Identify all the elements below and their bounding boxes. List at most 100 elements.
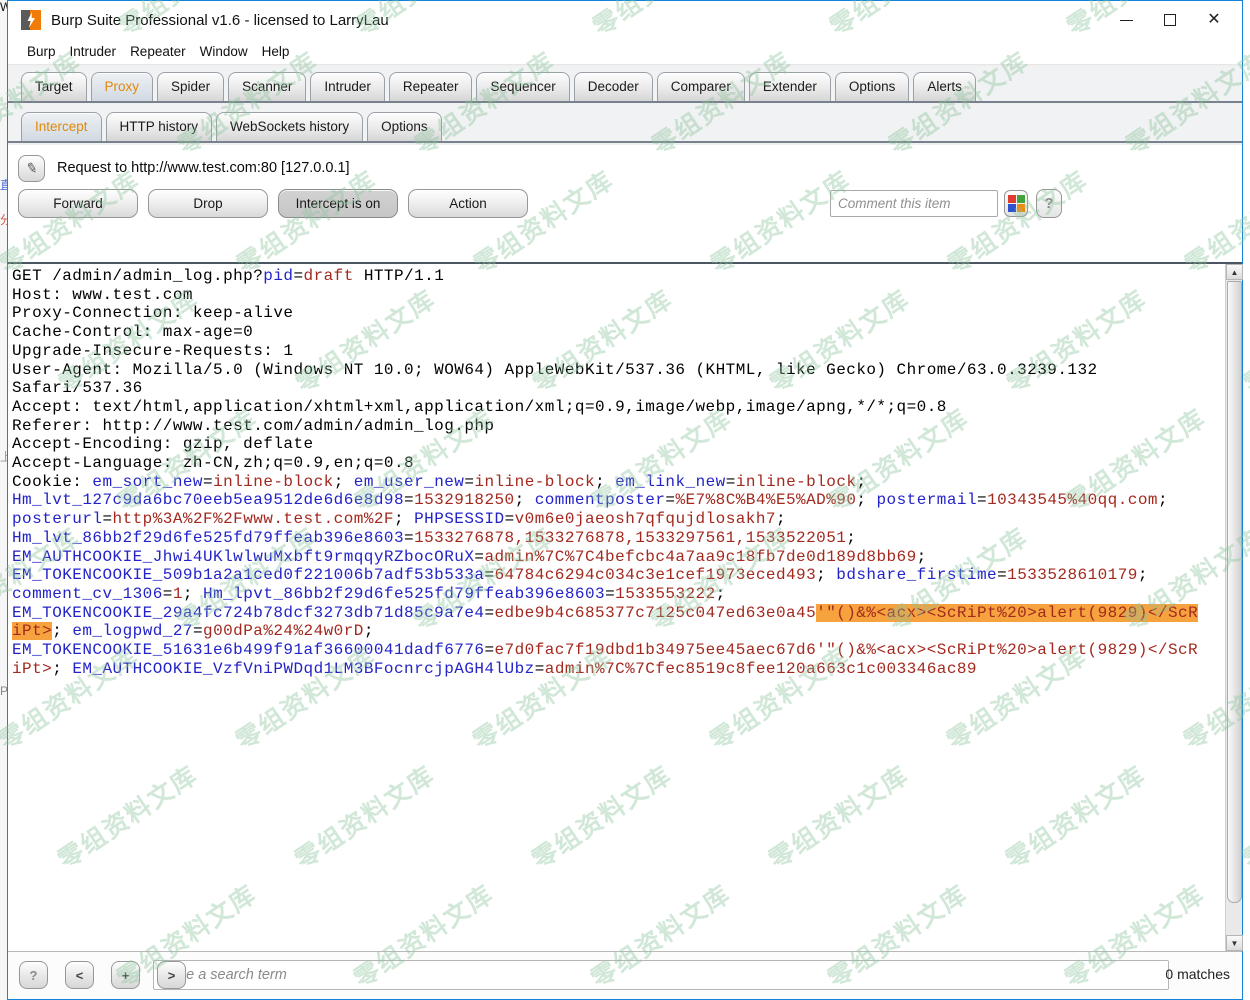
- tab-options[interactable]: Options: [367, 112, 442, 141]
- background-text-fragment: Pe: [0, 684, 7, 698]
- request-info-label: Request to http://www.test.com:80 [127.0…: [57, 160, 350, 176]
- color-swatches-icon: [1008, 195, 1025, 212]
- close-button[interactable]: ✕: [1192, 3, 1236, 37]
- intercept-toggle-button[interactable]: Intercept is on: [278, 189, 398, 218]
- tab-target[interactable]: Target: [21, 72, 87, 101]
- highlight-color-button[interactable]: [1004, 190, 1028, 217]
- match-count-label: 0 matches: [1165, 966, 1230, 982]
- request-line: Proxy-Connection: keep-alive: [12, 304, 1225, 323]
- action-button[interactable]: Action: [408, 189, 528, 218]
- search-help-button[interactable]: ?: [19, 961, 48, 989]
- maximize-icon: [1164, 14, 1176, 26]
- arrow-down-icon: ▼: [1231, 939, 1239, 948]
- scrollbar-thumb[interactable]: [1227, 281, 1242, 903]
- menu-help[interactable]: Help: [255, 41, 297, 62]
- plain-text: HTTP/1.1: [354, 267, 444, 285]
- cookie-name: em_user_new: [354, 473, 465, 491]
- cookie-value: 1533553222: [615, 585, 716, 603]
- burp-window: Burp Suite Professional v1.6 - licensed …: [7, 0, 1243, 1000]
- drop-button[interactable]: Drop: [148, 189, 268, 218]
- plain-text: GET /admin/admin_log.php?: [12, 267, 263, 285]
- raw-request-text[interactable]: GET /admin/admin_log.php?pid=draft HTTP/…: [8, 264, 1225, 951]
- tab-decoder[interactable]: Decoder: [574, 72, 653, 101]
- swatch-red: [1008, 195, 1016, 203]
- menu-intruder[interactable]: Intruder: [63, 41, 124, 62]
- cookie-name: em_link_new: [615, 473, 726, 491]
- request-editor-panel: GET /admin/admin_log.php?pid=draft HTTP/…: [8, 262, 1242, 951]
- cookie-name: EM_TOKENCOOKIE_29a4fc724b78dcf3273db71d8…: [12, 604, 484, 622]
- plain-text: =: [726, 473, 736, 491]
- cookie-value: draft: [304, 267, 354, 285]
- plain-text: Upgrade-Insecure-Requests: 1: [12, 342, 293, 360]
- tab-repeater[interactable]: Repeater: [389, 72, 473, 101]
- request-line: Hm_lvt_86bb2f29d6fe525fd79ffeab396e8603=…: [12, 529, 1225, 548]
- search-next-button[interactable]: >: [157, 961, 186, 989]
- cookie-value: iPt>: [12, 660, 52, 678]
- tab-comparer[interactable]: Comparer: [657, 72, 745, 101]
- swatch-green: [1017, 195, 1025, 203]
- menu-window[interactable]: Window: [193, 41, 255, 62]
- plain-text: ;: [183, 585, 203, 603]
- plain-text: ;: [364, 622, 374, 640]
- plain-text: ;: [515, 491, 535, 509]
- plain-text: Accept: text/html,application/xhtml+xml,…: [12, 398, 947, 416]
- comment-input[interactable]: [830, 190, 998, 217]
- maximize-button[interactable]: [1148, 3, 1192, 37]
- forward-button[interactable]: Forward: [18, 189, 138, 218]
- request-line: Accept-Language: zh-CN,zh;q=0.9,en;q=0.8: [12, 454, 1225, 473]
- minimize-button[interactable]: [1104, 3, 1148, 37]
- plain-text: Cache-Control: max-age=0: [12, 323, 253, 341]
- menu-bar: BurpIntruderRepeaterWindowHelp: [8, 39, 1242, 65]
- tab-intercept[interactable]: Intercept: [21, 112, 102, 141]
- menu-repeater[interactable]: Repeater: [123, 41, 193, 62]
- request-line: Safari/537.36: [12, 379, 1225, 398]
- plain-text: =: [293, 267, 303, 285]
- request-line: Upgrade-Insecure-Requests: 1: [12, 342, 1225, 361]
- cookie-value: v0m6e0jaeosh7qfqujdlosakh7: [515, 510, 776, 528]
- plain-text: User-Agent: Mozilla/5.0 (Windows NT 10.0…: [12, 361, 1098, 379]
- menu-burp[interactable]: Burp: [20, 41, 63, 62]
- tab-options[interactable]: Options: [835, 72, 910, 101]
- tab-alerts[interactable]: Alerts: [913, 72, 976, 101]
- background-text-fragment: 直: [0, 176, 7, 193]
- cookie-value: edbe9b4c685377c7125c047ed63e0a45: [495, 604, 817, 622]
- tab-intruder[interactable]: Intruder: [310, 72, 385, 101]
- plain-text: Proxy-Connection: keep-alive: [12, 304, 293, 322]
- cookie-value: 10343545%40qq.com: [987, 491, 1158, 509]
- cookie-value: 64784c6294c034c3e1cef1973eced493: [495, 566, 817, 584]
- search-add-button[interactable]: +: [111, 961, 140, 989]
- scroll-down-button[interactable]: ▼: [1226, 935, 1243, 951]
- pin-request-button[interactable]: ✎: [18, 155, 45, 182]
- plain-text: Safari/537.36: [12, 379, 143, 397]
- cookie-name: em_sort_new: [92, 473, 203, 491]
- tab-extender[interactable]: Extender: [749, 72, 831, 101]
- help-button[interactable]: ?: [1036, 189, 1062, 218]
- request-line: EM_TOKENCOOKIE_509b1a2a1ced0f221006b7adf…: [12, 566, 1225, 585]
- tab-scanner[interactable]: Scanner: [228, 72, 306, 101]
- tab-sequencer[interactable]: Sequencer: [476, 72, 569, 101]
- main-tab-strip: TargetProxySpiderScannerIntruderRepeater…: [8, 67, 1242, 103]
- scroll-up-button[interactable]: ▲: [1226, 264, 1243, 280]
- plain-text: Cookie:: [12, 473, 92, 491]
- tab-proxy[interactable]: Proxy: [91, 72, 154, 101]
- cookie-name: PHPSESSID: [414, 510, 504, 528]
- plain-text: =: [665, 491, 675, 509]
- plain-text: ;: [846, 529, 856, 547]
- tab-http-history[interactable]: HTTP history: [106, 112, 213, 141]
- tab-spider[interactable]: Spider: [157, 72, 224, 101]
- tab-websockets-history[interactable]: WebSockets history: [216, 112, 363, 141]
- search-input[interactable]: [153, 960, 1169, 990]
- plain-text: ;: [52, 660, 72, 678]
- request-line: Cookie: em_sort_new=inline-block; em_use…: [12, 473, 1225, 492]
- search-prev-button[interactable]: <: [65, 961, 94, 989]
- plain-text: =: [102, 510, 112, 528]
- plain-text: ;: [334, 473, 354, 491]
- plain-text: ;: [52, 622, 72, 640]
- plain-text: =: [484, 604, 494, 622]
- title-bar: Burp Suite Professional v1.6 - licensed …: [8, 1, 1242, 39]
- cookie-name: postermail: [876, 491, 977, 509]
- close-icon: ✕: [1207, 12, 1220, 28]
- cookie-name: em_logpwd_27: [72, 622, 193, 640]
- plain-text: =: [203, 473, 213, 491]
- vertical-scrollbar[interactable]: ▲ ▼: [1225, 264, 1242, 951]
